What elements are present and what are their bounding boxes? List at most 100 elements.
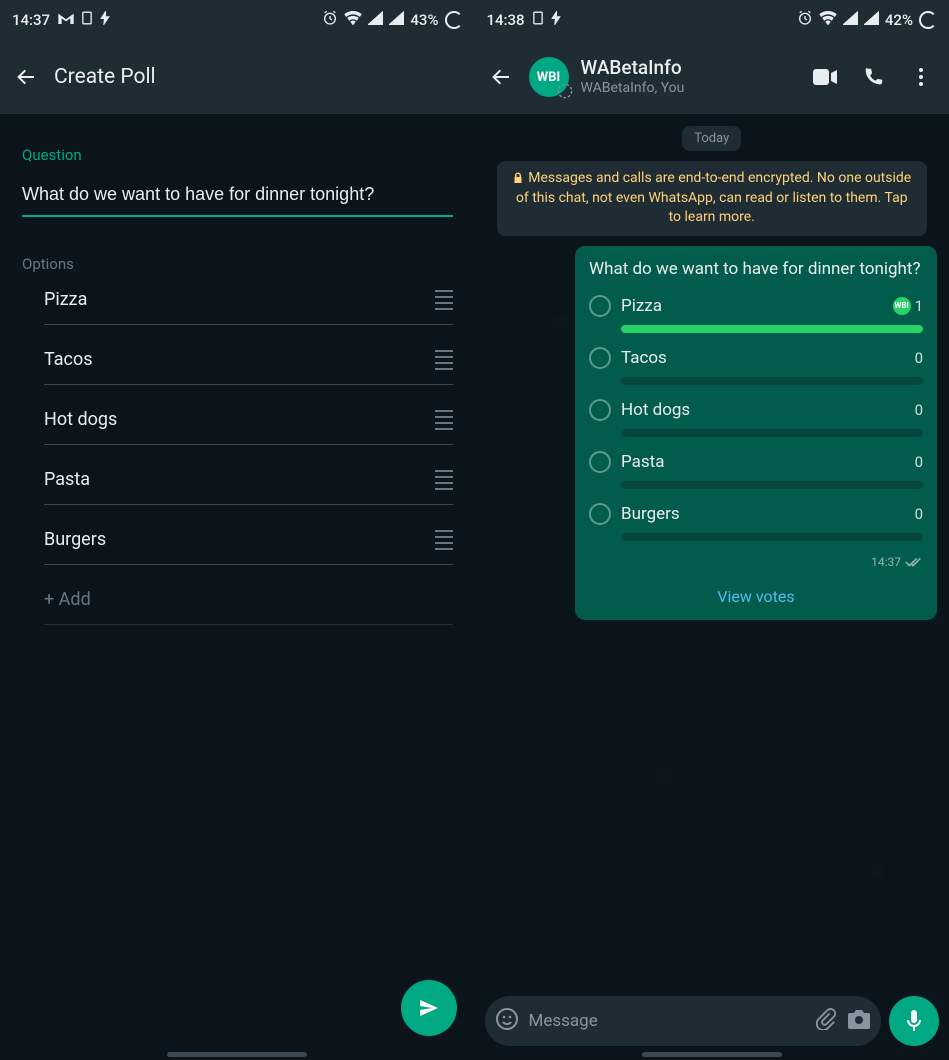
poll-question: What do we want to have for dinner tonig… <box>589 258 923 281</box>
page-title: Create Poll <box>54 65 156 89</box>
bolt-icon <box>551 11 561 29</box>
options-label: Options <box>22 255 453 273</box>
alarm-icon <box>797 10 813 30</box>
poll-option-count: 0 <box>915 349 923 367</box>
option-row: Pizza <box>44 283 453 325</box>
composer-bar: Message <box>485 996 940 1046</box>
poll-option-label: Pizza <box>621 296 883 316</box>
bolt-icon <box>100 11 110 29</box>
question-label: Question <box>22 146 453 164</box>
chat-app-bar: WBI WABetaInfo WABetaInfo, You <box>475 40 949 114</box>
alarm-icon <box>322 10 338 30</box>
video-call-button[interactable] <box>803 55 847 99</box>
more-menu-button[interactable] <box>899 55 943 99</box>
poll-option[interactable]: Tacos 0 <box>589 347 923 385</box>
battery-text: 43% <box>410 11 438 29</box>
encryption-notice[interactable]: Messages and calls are end-to-end encryp… <box>497 161 927 236</box>
poll-option-count: 0 <box>915 505 923 523</box>
send-poll-button[interactable] <box>401 980 457 1036</box>
app-bar: Create Poll <box>0 40 475 114</box>
status-bar: 14:38 42% <box>475 0 949 40</box>
question-input[interactable] <box>22 174 453 217</box>
sync-spinner-icon <box>445 11 463 29</box>
voter-avatar: WBI <box>893 297 911 315</box>
gmail-icon <box>58 11 74 29</box>
poll-option[interactable]: Pizza WBI1 <box>589 295 923 333</box>
drag-handle-icon[interactable] <box>435 469 453 491</box>
poll-option-bar <box>621 481 923 489</box>
poll-message: What do we want to have for dinner tonig… <box>575 246 937 620</box>
signal-2-icon <box>389 11 404 29</box>
message-input[interactable]: Message <box>485 996 882 1046</box>
attach-button[interactable] <box>815 1008 837 1034</box>
poll-option[interactable]: Hot dogs 0 <box>589 399 923 437</box>
poll-option-bar <box>621 377 923 385</box>
drag-handle-icon[interactable] <box>435 529 453 551</box>
poll-option-bar <box>621 533 923 541</box>
sync-spinner-icon <box>919 11 937 29</box>
option-row: Tacos <box>44 343 453 385</box>
option-row: Burgers <box>44 523 453 565</box>
message-time: 14:37 <box>871 555 901 569</box>
radio-icon[interactable] <box>589 451 611 473</box>
poll-option-bar <box>621 429 923 437</box>
read-receipt-icon <box>905 556 923 568</box>
status-ring-icon <box>557 83 573 99</box>
back-button[interactable] <box>479 55 523 99</box>
poll-option-label: Hot dogs <box>621 400 905 420</box>
poll-option-label: Pasta <box>621 452 905 472</box>
view-votes-button[interactable]: View votes <box>589 573 923 612</box>
radio-icon[interactable] <box>589 399 611 421</box>
voice-call-button[interactable] <box>851 55 895 99</box>
option-input[interactable]: Pizza <box>44 283 435 316</box>
composer-placeholder: Message <box>529 1011 806 1031</box>
back-button[interactable] <box>4 55 48 99</box>
poll-option-label: Tacos <box>621 348 905 368</box>
chat-name: WABetaInfo <box>581 57 685 80</box>
date-chip: Today <box>682 126 741 151</box>
radio-icon[interactable] <box>589 347 611 369</box>
drag-handle-icon[interactable] <box>435 289 453 311</box>
battery-text: 42% <box>885 11 913 29</box>
chat-subtitle: WABetaInfo, You <box>581 80 685 97</box>
option-input[interactable]: Burgers <box>44 523 435 556</box>
gesture-hint <box>167 1052 307 1057</box>
status-time: 14:38 <box>487 11 525 29</box>
signal-icon <box>368 11 383 29</box>
mic-button[interactable] <box>889 996 939 1046</box>
poll-option-label: Burgers <box>621 504 905 524</box>
poll-option-bar <box>621 325 923 333</box>
chat-title[interactable]: WABetaInfo WABetaInfo, You <box>581 57 685 97</box>
wifi-icon <box>819 11 837 29</box>
option-input[interactable]: Pasta <box>44 463 435 496</box>
poll-form: Question Options Pizza Tacos Hot dogs Pasta… <box>0 114 475 1060</box>
sim-icon <box>82 11 92 29</box>
drag-handle-icon[interactable] <box>435 349 453 371</box>
add-option-button[interactable]: + Add <box>44 583 91 616</box>
poll-option[interactable]: Burgers 0 <box>589 503 923 541</box>
status-time: 14:37 <box>12 11 50 29</box>
option-row: Hot dogs <box>44 403 453 445</box>
phone-chat: 14:38 42% WBI WABetaInfo <box>475 0 949 1060</box>
phone-create-poll: 14:37 43% Create Poll Question <box>0 0 475 1060</box>
emoji-button[interactable] <box>495 1007 519 1035</box>
option-row: Pasta <box>44 463 453 505</box>
signal-icon <box>843 11 858 29</box>
status-bar: 14:37 43% <box>0 0 475 40</box>
chat-scroll[interactable]: Today Messages and calls are end-to-end … <box>475 114 949 1060</box>
camera-button[interactable] <box>847 1009 871 1033</box>
option-input[interactable]: Tacos <box>44 343 435 376</box>
sim-icon <box>533 11 543 29</box>
poll-option-count: WBI1 <box>893 297 923 315</box>
lock-icon <box>512 172 524 184</box>
poll-option-count: 0 <box>915 401 923 419</box>
drag-handle-icon[interactable] <box>435 409 453 431</box>
option-input[interactable]: Hot dogs <box>44 403 435 436</box>
radio-icon[interactable] <box>589 503 611 525</box>
poll-option[interactable]: Pasta 0 <box>589 451 923 489</box>
gesture-hint <box>642 1052 782 1057</box>
poll-option-count: 0 <box>915 453 923 471</box>
wifi-icon <box>344 11 362 29</box>
signal-2-icon <box>864 11 879 29</box>
radio-icon[interactable] <box>589 295 611 317</box>
